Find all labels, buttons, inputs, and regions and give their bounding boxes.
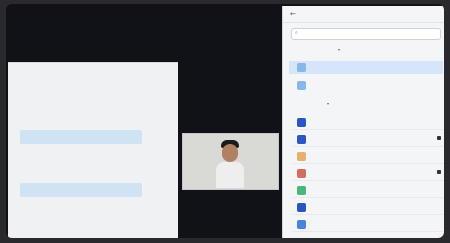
participant-avatar: [297, 203, 306, 212]
row-divider: [293, 180, 444, 181]
participant-search-input[interactable]: ⌕: [291, 28, 441, 40]
participant-avatar: [297, 135, 306, 144]
participant-row[interactable]: [289, 116, 444, 130]
row-divider: [293, 231, 444, 232]
person-video-figure: [216, 140, 244, 188]
room-item[interactable]: [289, 79, 443, 92]
participant-avatar: [297, 152, 306, 161]
participants-header: ←: [283, 6, 444, 23]
shared-document: [8, 62, 178, 238]
head-shape: [222, 144, 238, 162]
chevron-down-icon[interactable]: ▾: [327, 101, 329, 106]
back-icon[interactable]: ←: [290, 10, 296, 18]
participant-avatar: [297, 220, 306, 229]
highlighted-field: [20, 183, 142, 197]
participant-row[interactable]: [289, 201, 444, 215]
room-color-icon: [297, 81, 306, 90]
room-item-active[interactable]: [289, 61, 443, 74]
search-icon: ⌕: [295, 30, 298, 36]
participant-row[interactable]: [289, 133, 444, 147]
participant-avatar: [297, 118, 306, 127]
participant-avatar: [297, 169, 306, 178]
breakout-room-header: ▾: [291, 46, 443, 56]
room-color-icon: [297, 63, 306, 72]
shirt-shape: [216, 162, 244, 188]
row-divider: [293, 163, 444, 164]
chevron-down-icon[interactable]: ▾: [338, 47, 340, 52]
meeting-window: ← ⌕ ▾ ▾: [6, 4, 444, 238]
highlighted-field: [20, 130, 142, 144]
participant-avatar: [297, 186, 306, 195]
participant-row[interactable]: [289, 184, 444, 198]
participant-status-icon: [437, 170, 441, 174]
row-divider: [293, 146, 444, 147]
participants-panel: ← ⌕ ▾ ▾: [282, 6, 444, 238]
row-divider: [293, 214, 444, 215]
participant-status-icon: [437, 136, 441, 140]
participant-video-tile[interactable]: [182, 133, 279, 190]
participant-row[interactable]: [289, 167, 444, 181]
row-divider: [293, 129, 444, 130]
participant-row[interactable]: [289, 218, 444, 232]
participant-row[interactable]: [289, 150, 444, 164]
row-divider: [293, 197, 444, 198]
